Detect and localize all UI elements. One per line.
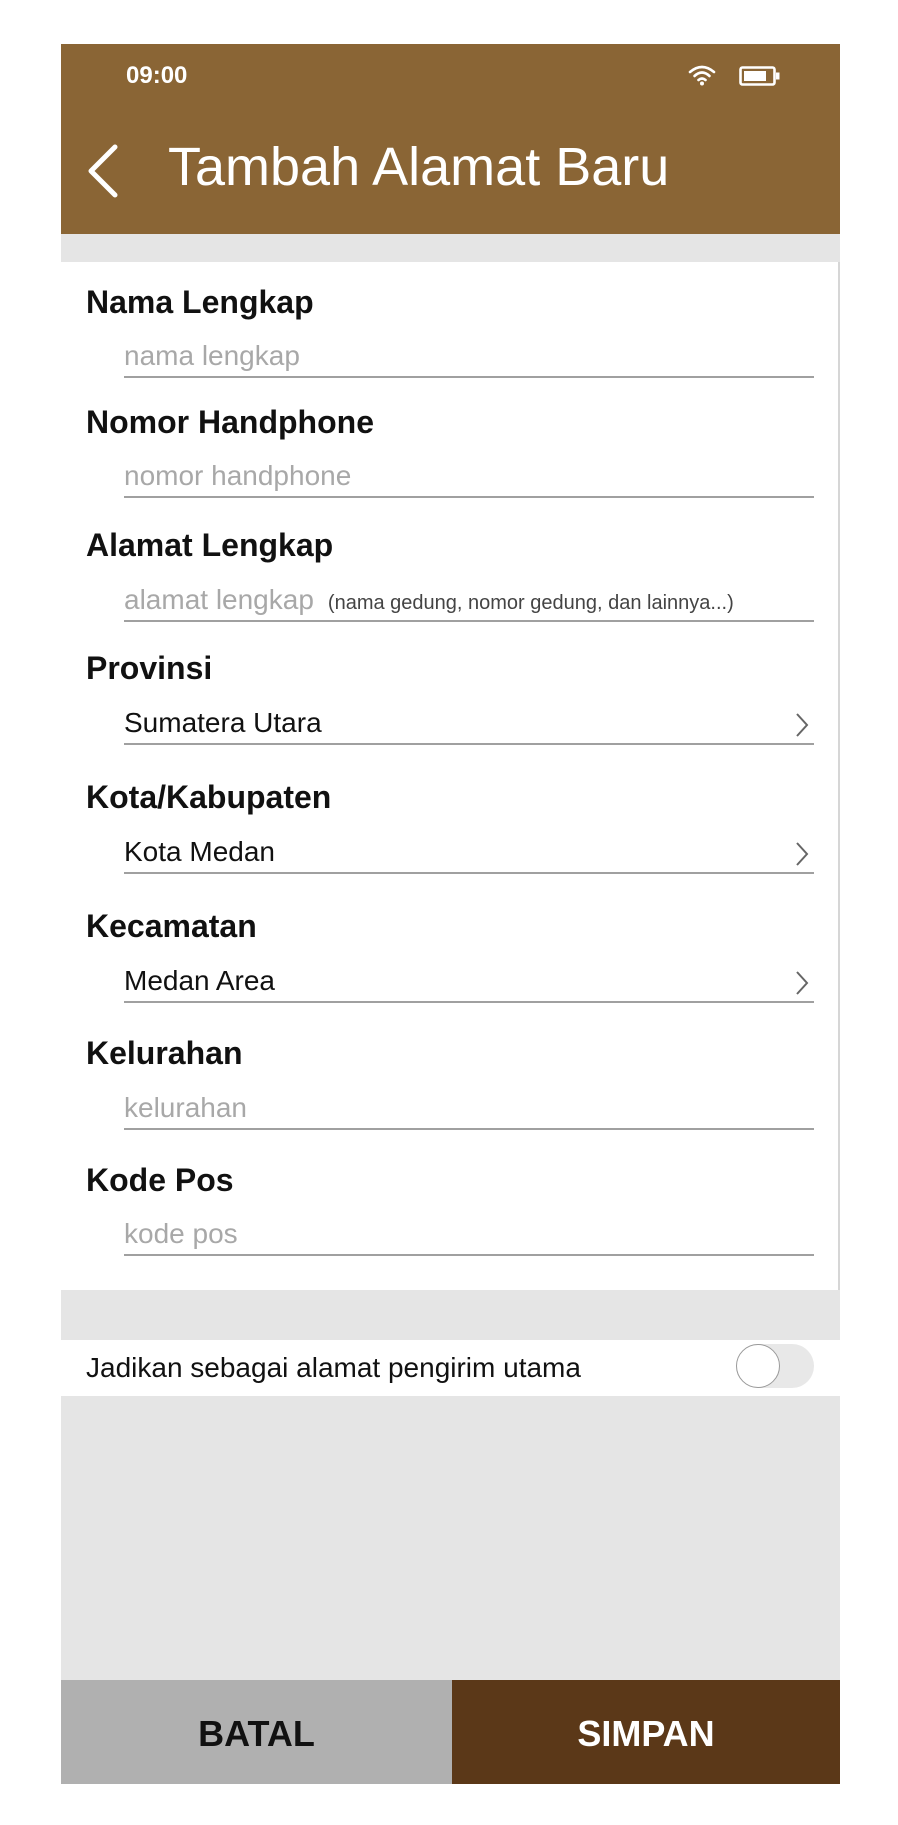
chevron-right-icon: [794, 836, 810, 880]
toggle-knob: [736, 1344, 780, 1388]
back-arrow-icon[interactable]: [85, 143, 121, 204]
address-form: Nama Lengkap nama lengkap Nomor Handphon…: [61, 262, 840, 1290]
default-address-row: Jadikan sebagai alamat pengirim utama: [61, 1340, 840, 1396]
city-value: Kota Medan: [124, 836, 275, 867]
district-select[interactable]: Medan Area: [124, 959, 814, 1003]
cancel-button[interactable]: BATAL: [61, 1680, 452, 1784]
phone-screen: 09:00 Tambah Alamat Baru Nama Lengkap na…: [61, 44, 840, 1784]
wifi-icon: [688, 64, 716, 91]
city-select[interactable]: Kota Medan: [124, 830, 814, 874]
subdistrict-label: Kelurahan: [86, 1035, 243, 1071]
full-address-hint: (nama gedung, nomor gedung, dan lainnya.…: [327, 592, 734, 614]
phone-number-input[interactable]: nomor handphone: [124, 454, 814, 498]
city-label: Kota/Kabupaten: [86, 779, 332, 815]
province-select[interactable]: Sumatera Utara: [124, 701, 814, 745]
province-label: Provinsi: [86, 650, 213, 686]
chevron-right-icon: [794, 965, 810, 1009]
postal-code-label: Kode Pos: [86, 1162, 234, 1198]
full-name-input[interactable]: nama lengkap: [124, 334, 814, 378]
full-address-input[interactable]: alamat lengkap (nama gedung, nomor gedung…: [124, 578, 814, 622]
default-address-toggle[interactable]: [736, 1344, 814, 1388]
full-address-placeholder: alamat lengkap: [124, 584, 314, 615]
subdistrict-placeholder: kelurahan: [124, 1092, 247, 1123]
subdistrict-input[interactable]: kelurahan: [124, 1086, 814, 1130]
postal-code-placeholder: kode pos: [124, 1218, 238, 1249]
app-header: 09:00 Tambah Alamat Baru: [61, 44, 840, 234]
district-value: Medan Area: [124, 965, 275, 996]
province-value: Sumatera Utara: [124, 707, 322, 738]
phone-number-label: Nomor Handphone: [86, 404, 374, 440]
postal-code-input[interactable]: kode pos: [124, 1212, 814, 1256]
chevron-right-icon: [794, 707, 810, 751]
district-label: Kecamatan: [86, 908, 257, 944]
battery-icon: [739, 65, 781, 92]
save-button[interactable]: SIMPAN: [452, 1680, 840, 1784]
full-name-label: Nama Lengkap: [86, 284, 314, 320]
status-time: 09:00: [126, 62, 188, 89]
default-address-label: Jadikan sebagai alamat pengirim utama: [86, 1352, 581, 1383]
full-name-placeholder: nama lengkap: [124, 340, 300, 371]
page-title: Tambah Alamat Baru: [168, 137, 670, 197]
phone-number-placeholder: nomor handphone: [124, 460, 352, 491]
full-address-label: Alamat Lengkap: [86, 527, 334, 563]
